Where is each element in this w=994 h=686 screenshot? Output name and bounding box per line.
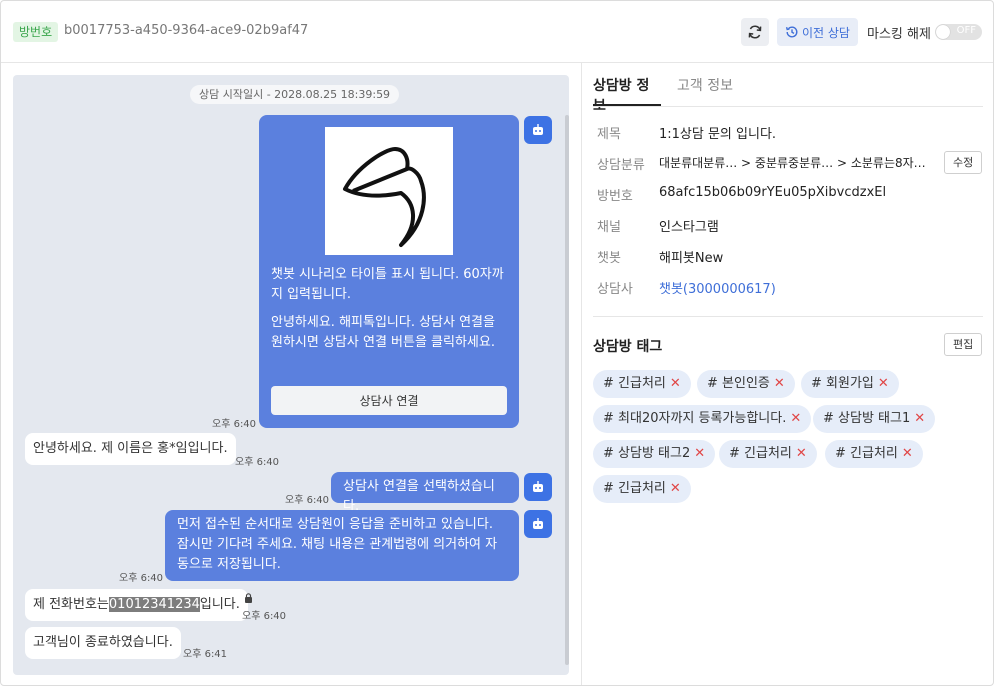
tag-label: # 긴급처리 [835,446,898,461]
tag-chip: # 상담방 태그1 ✕ [813,405,936,433]
close-icon[interactable]: ✕ [902,446,913,461]
bot-avatar [524,116,552,144]
close-icon[interactable]: ✕ [796,446,807,461]
close-icon[interactable]: ✕ [694,446,705,461]
logo-image [343,147,426,247]
connect-agent-button[interactable]: 상담사 연결 [271,386,507,415]
tag-label: # 상담방 태그1 [823,411,911,426]
refresh-button[interactable] [741,18,769,46]
toggle-state: OFF [956,25,976,36]
info-label-chatbot: 챗봇 [597,251,621,266]
tags-section-title: 상담방 태그 [593,339,663,355]
message-time: 오후 6:40 [119,573,164,584]
card-title: 챗봇 시나리오 타이틀 표시 됩니다. 60자까지 입력됩니다. [271,267,504,302]
close-icon[interactable]: ✕ [670,376,681,391]
bot-avatar [524,473,552,501]
tag-chip: # 긴급처리 ✕ [719,440,817,468]
lock-icon [245,593,252,603]
section-divider [593,316,983,317]
message-text: 제 전화번호는 [33,597,109,612]
close-icon[interactable]: ✕ [790,411,801,426]
toggle-knob [936,25,950,39]
masked-phone-number[interactable]: 01012341234 [108,597,200,612]
close-icon[interactable]: ✕ [774,376,785,391]
tag-label: # 본인인증 [707,376,770,391]
previous-chat-label: 이전 상담 [802,25,850,40]
tab-underline [593,106,983,107]
tag-label: # 긴급처리 [729,446,792,461]
bot-message: 먼저 접수된 순서대로 상담원이 응답을 준비하고 있습니다. 잠시만 기다려 … [165,510,519,581]
info-value-channel: 인스타그램 [659,220,719,235]
room-id-text: b0017753-a450-9364-ace9-02b9af47 [64,23,309,38]
info-value-room-number: 68afc15b06b09rYEu05pXibvcdzxEl [659,185,887,200]
message-time: 오후 6:40 [235,457,280,468]
tag-chip: # 회원가입 ✕ [801,370,899,398]
message-time: 오후 6:40 [285,495,330,506]
tag-label: # 긴급처리 [603,376,666,391]
bot-icon [533,124,543,135]
bot-scenario-card: 챗봇 시나리오 타이틀 표시 됩니다. 60자까지 입력됩니다. 안녕하세요. … [259,115,519,428]
tag-chip: # 상담방 태그2 ✕ [593,440,716,468]
tag-label: # 긴급처리 [603,481,666,496]
info-value-agent-link[interactable]: 챗봇(3000000617) [659,278,776,297]
message-text: 입니다. [199,597,240,612]
bot-avatar [524,510,552,538]
header-bar: 방번호 b0017753-a450-9364-ace9-02b9af47 이전 … [1,1,993,63]
user-message: 제 전화번호는01012341234입니다. [25,589,248,621]
close-icon[interactable]: ✕ [878,376,889,391]
bot-icon [533,518,543,529]
user-message: 고객님이 종료하였습니다. [25,627,181,659]
info-label-title: 제목 [597,127,621,142]
tag-chip: # 긴급처리 ✕ [593,370,691,398]
tag-chip: # 긴급처리 ✕ [825,440,923,468]
room-number-badge: 방번호 [13,22,59,42]
chat-start-time: 상담 시작일시 - 2028.08.25 18:39:59 [190,85,400,104]
message-time: 오후 6:41 [183,649,228,660]
previous-chat-button[interactable]: 이전 상담 [777,18,858,46]
chat-detail-window: 방번호 b0017753-a450-9364-ace9-02b9af47 이전 … [0,0,994,686]
edit-tags-button[interactable]: 편집 [944,333,983,356]
bot-message: 상담사 연결을 선택하셨습니다. [331,472,519,514]
info-label-agent: 상담사 [597,282,633,297]
message-time: 오후 6:40 [212,419,257,430]
close-icon[interactable]: ✕ [670,481,681,496]
history-icon [785,26,798,38]
refresh-icon [748,25,762,39]
panel-divider [581,63,582,685]
tag-chip: # 긴급처리 ✕ [593,475,691,503]
card-image [325,127,453,255]
tag-label: # 회원가입 [811,376,874,391]
tag-chip: # 본인인증 ✕ [697,370,795,398]
close-icon[interactable]: ✕ [914,411,925,426]
info-value-chatbot: 해피봇New [659,251,724,266]
card-body: 안녕하세요. 해피톡입니다. 상담사 연결을 원하시면 상담사 연결 버튼을 클… [271,315,495,350]
info-label-room-number: 방번호 [597,189,633,204]
tag-label: # 상담방 태그2 [603,446,691,461]
tag-label: # 최대20자까지 등록가능합니다. [603,411,787,426]
bot-icon [533,481,543,492]
chat-scrollbar[interactable] [565,115,569,665]
message-time: 오후 6:40 [242,611,287,622]
edit-category-button[interactable]: 수정 [944,151,983,174]
tag-chip: # 최대20자까지 등록가능합니다. ✕ [593,405,812,433]
tab-room-info[interactable]: 상담방 정보 [593,75,661,114]
masking-label: 마스킹 해제 [867,27,931,42]
tab-customer-info[interactable]: 고객 정보 [677,75,733,106]
info-label-channel: 채널 [597,220,621,235]
info-value-category: 대분류대분류… > 중분류중분류… > 소분류는8자… [659,156,926,170]
masking-toggle[interactable]: OFF [935,24,982,40]
info-label-category: 상담분류 [597,158,645,173]
info-value-title: 1:1상담 문의 입니다. [659,127,777,142]
user-message: 안녕하세요. 제 이름은 홍*임입니다. [25,433,236,465]
